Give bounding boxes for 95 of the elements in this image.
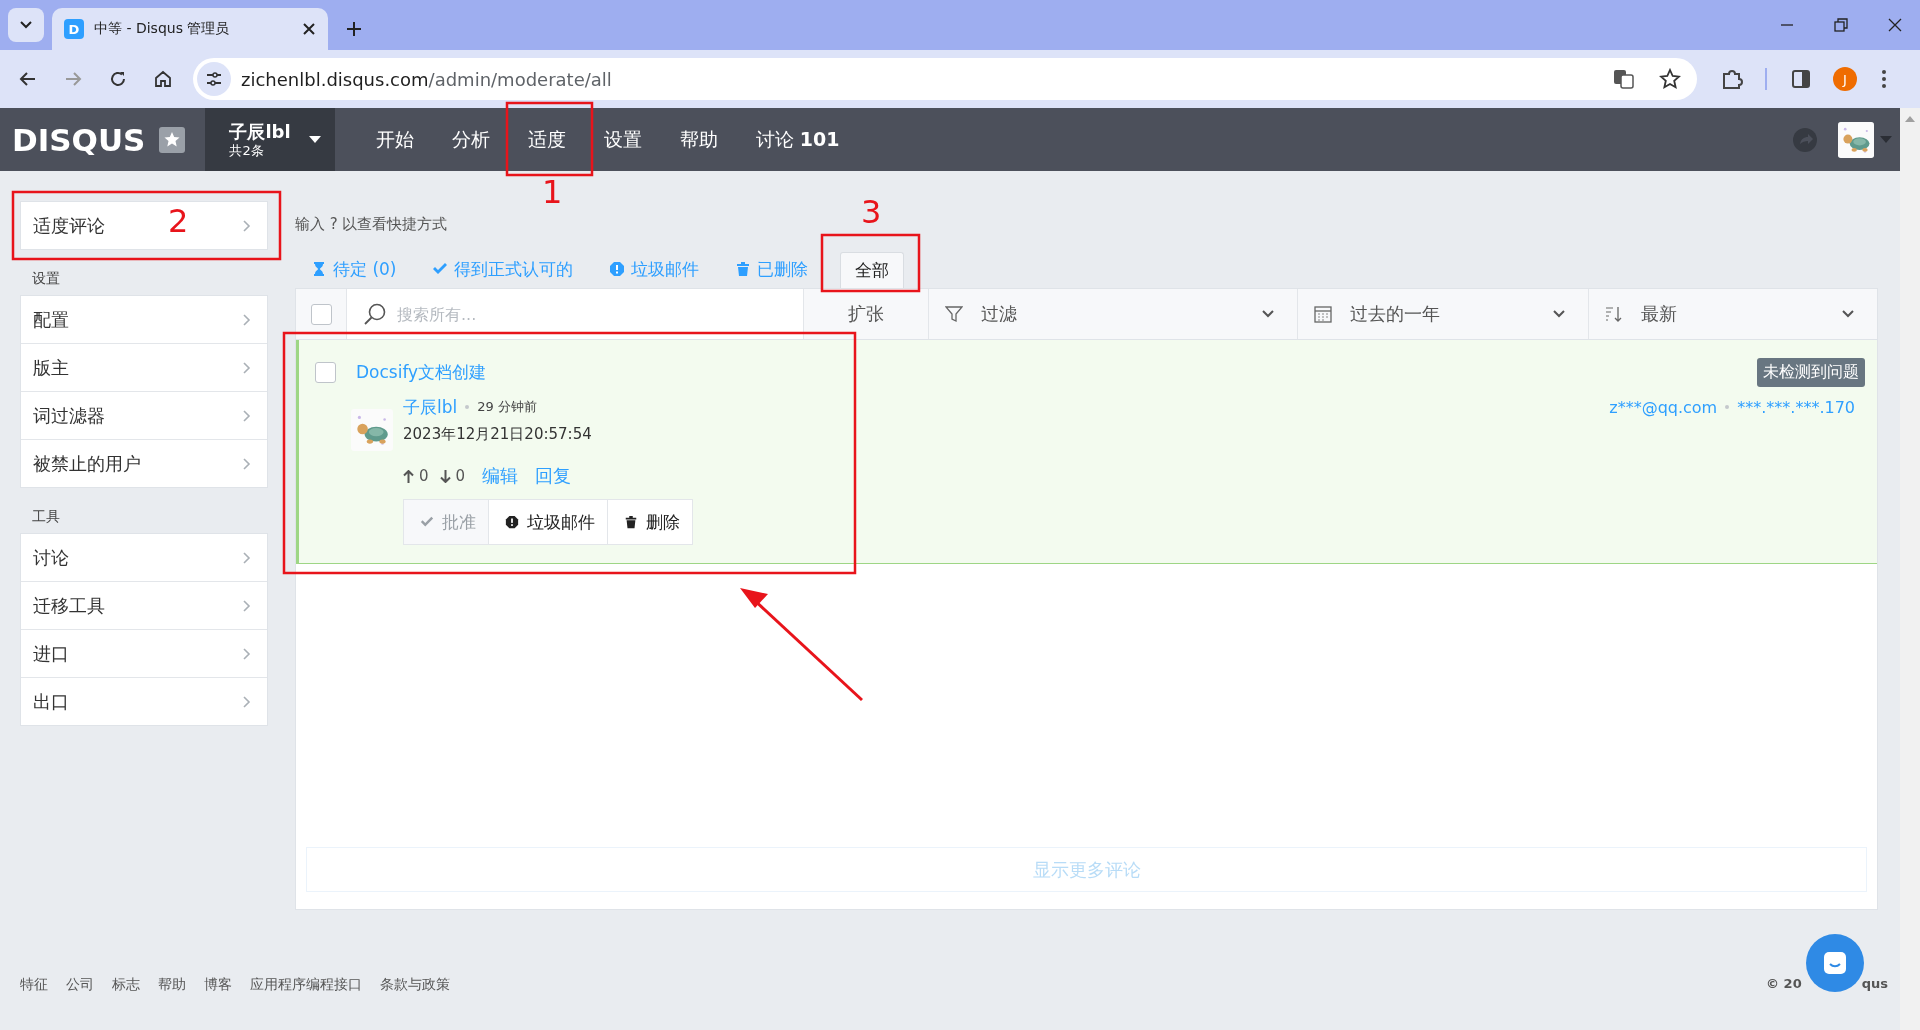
translate-icon[interactable] [1613,68,1635,90]
chevron-icon [242,598,251,613]
chevron-icon [242,646,251,661]
chevron-icon [242,360,251,375]
tab-title: 中等 - Disqus 管理员 [94,20,231,38]
url-text: zichenlbl.disqus.com/admin/moderate/all [241,68,612,90]
chevron-icon [242,456,251,471]
check-icon [432,261,449,277]
logo[interactable]: DISQUS [12,121,146,158]
annotation-number: 1 [542,176,563,208]
nav-link[interactable]: 适度 [508,108,585,171]
reload-icon[interactable] [109,70,127,88]
copyright-text: © 20 [1766,976,1802,991]
section-heading: 工具 [31,507,61,526]
checkbox[interactable] [315,362,336,383]
hourglass-icon [311,261,327,277]
dropdown[interactable]: 过滤 [929,289,1298,339]
vote-count: 0 [455,467,466,485]
site-switcher[interactable]: 子辰lbl 共2条 [205,108,335,171]
nav-link[interactable]: 讨论 101 [736,108,859,171]
sidebar-item[interactable]: 配置 [33,307,69,332]
nav-link[interactable]: 帮助 [660,108,737,171]
trash-icon [735,261,752,277]
puzzle-icon[interactable] [1721,68,1743,90]
comment-text: 2023年12月21日20:57:54 [403,424,593,445]
restore-icon[interactable] [1834,18,1848,32]
down-arrow-icon [439,469,451,483]
up-arrow-icon [403,469,414,483]
sidebar-item[interactable]: 出口 [33,689,69,714]
dropdown[interactable]: 过去的一年 [1298,289,1589,339]
favicon: D [64,19,84,39]
search-icon [363,302,387,326]
footer-link[interactable]: 特征 [20,976,48,994]
chevron-icon [242,312,251,327]
plus-icon[interactable] [346,21,362,37]
sidebar-item[interactable]: 适度评论 [33,213,105,238]
footer-link[interactable]: 标志 [112,976,140,994]
vote-count: 0 [419,467,429,485]
footer-link[interactable]: 公司 [66,976,94,994]
star-badge-icon [159,126,186,153]
checkbox[interactable] [310,303,332,325]
sort-icon [1605,305,1623,323]
copyright-text: qus [1861,976,1888,991]
section-heading: 设置 [31,269,61,288]
separator-dot [465,405,470,409]
exclamation-icon [609,261,626,277]
dropdown[interactable]: 最新 [1589,289,1877,339]
tab-list-button[interactable] [8,8,44,42]
sidebar-item[interactable]: 被禁止的用户 [33,451,141,476]
check-icon [420,515,434,529]
sidebar-item[interactable]: 词过滤器 [33,403,105,428]
nav-link[interactable]: 分析 [432,108,509,171]
footer-link[interactable]: 应用程序编程接口 [250,976,362,994]
separator-dot [1725,405,1730,409]
chat-icon [1822,950,1848,976]
site-info-icon[interactable] [197,62,231,96]
chat-button[interactable] [1806,934,1864,992]
side-panel-icon[interactable] [1791,69,1811,89]
footer-link[interactable]: 条款与政策 [380,976,450,994]
timestamp: 29 分钟前 [477,398,537,416]
trash-icon [624,515,638,529]
browser-tab[interactable]: D 中等 - Disqus 管理员 [52,8,328,50]
sidebar-item[interactable]: 讨论 [33,545,69,570]
caret-icon [308,135,321,144]
footer-link[interactable]: 博客 [204,976,232,994]
site-name: 子辰lbl [229,120,291,143]
chevron-icon [242,550,251,565]
exclamation-icon [505,515,519,529]
annotation-number: 3 [861,196,882,228]
shortcut-hint: 输入 ? 以查看快捷方式 [295,214,448,235]
close-icon[interactable] [302,22,316,36]
calendar-icon [1314,305,1332,323]
chevron-icon [242,218,251,233]
footer-link[interactable]: 帮助 [158,976,186,994]
nav-link[interactable]: 设置 [584,108,661,171]
comment-count: 共2条 [229,142,265,159]
action-button[interactable]: 垃圾邮件 [489,499,608,545]
kebab-menu-icon[interactable] [1881,69,1887,89]
status-badge: 未检测到问题 [1757,358,1865,387]
nav-link[interactable]: 开始 [356,108,433,171]
home-icon[interactable] [154,70,172,88]
address-field[interactable]: zichenlbl.disqus.com/admin/moderate/all [193,58,1697,100]
chevron-icon [242,694,251,709]
filter-tab[interactable]: 全部 [840,252,905,288]
close-icon[interactable] [1888,18,1902,32]
sidebar-item[interactable]: 迁移工具 [33,593,105,618]
star-icon[interactable] [1659,68,1681,90]
scrollbar[interactable] [1900,108,1920,1030]
annotation-number: 2 [168,205,189,237]
action-button[interactable]: 删除 [608,499,693,545]
sidebar-item[interactable]: 进口 [33,641,69,666]
sidebar-item[interactable]: 版主 [33,355,69,380]
back-icon[interactable] [19,70,37,88]
chevron-icon [242,408,251,423]
funnel-icon [945,305,963,323]
